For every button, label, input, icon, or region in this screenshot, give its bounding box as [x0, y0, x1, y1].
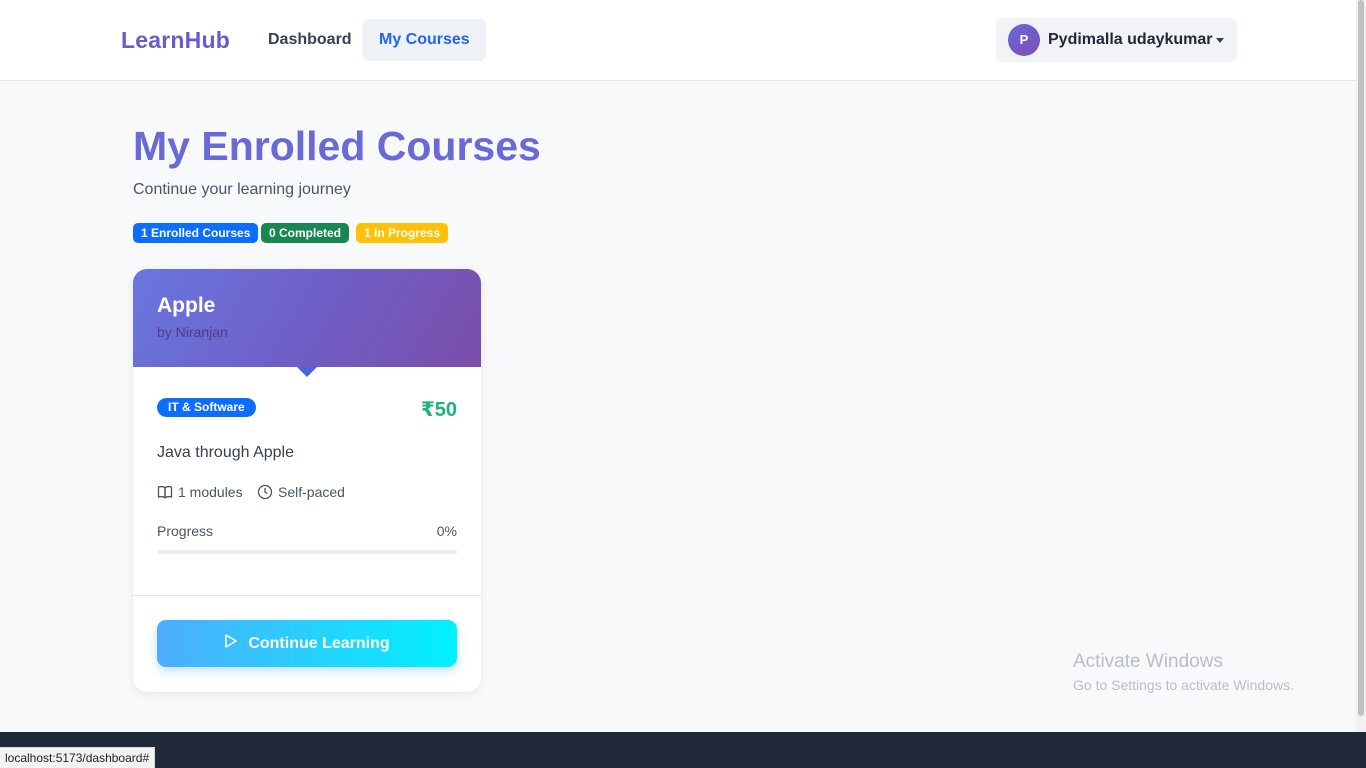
continue-learning-button[interactable]: Continue Learning — [157, 620, 457, 667]
top-navbar: LearnHub Dashboard My Courses P Pydimall… — [0, 0, 1356, 81]
brand-logo[interactable]: LearnHub — [121, 27, 230, 54]
scrollbar-thumb[interactable] — [1358, 0, 1364, 716]
course-instructor: by Niranjan — [157, 324, 228, 340]
progress-value: 0% — [436, 523, 457, 539]
clock-icon — [257, 484, 273, 500]
book-icon — [157, 484, 173, 500]
course-card: Apple by Niranjan IT & Software ₹50 Java… — [133, 269, 481, 692]
caret-down-icon — [1216, 38, 1224, 43]
activate-windows-subtitle: Go to Settings to activate Windows. — [1073, 677, 1294, 693]
page-subtitle: Continue your learning journey — [133, 181, 351, 198]
browser-status-url: localhost:5173/dashboard# — [0, 747, 156, 768]
progress-bar — [157, 550, 457, 554]
card-pointer-decoration — [297, 367, 317, 377]
activate-windows-title: Activate Windows — [1073, 651, 1223, 672]
pace-label: Self-paced — [278, 484, 345, 500]
page-scrollbar[interactable] — [1356, 0, 1366, 732]
course-title: Apple — [157, 294, 216, 317]
nav-link-my-courses[interactable]: My Courses — [363, 19, 486, 61]
enrolled-count-badge: 1 Enrolled Courses — [133, 223, 259, 243]
in-progress-count-badge: 1 In Progress — [356, 223, 449, 243]
user-name: Pydimalla udaykumar — [1048, 31, 1213, 48]
modules-count: 1 modules — [178, 484, 243, 500]
avatar: P — [1008, 24, 1040, 56]
nav-link-dashboard[interactable]: Dashboard — [252, 19, 368, 61]
course-description: Java through Apple — [157, 444, 294, 461]
category-badge: IT & Software — [157, 398, 256, 417]
pace-meta: Self-paced — [257, 484, 345, 500]
course-price: ₹50 — [420, 399, 457, 421]
progress-label: Progress — [157, 523, 214, 539]
continue-learning-label: Continue Learning — [248, 634, 390, 652]
play-icon — [224, 633, 238, 654]
modules-meta: 1 modules — [157, 484, 243, 500]
card-divider — [133, 595, 481, 596]
page-footer — [0, 732, 1366, 768]
completed-count-badge: 0 Completed — [261, 223, 350, 243]
course-card-header: Apple by Niranjan — [133, 269, 481, 367]
user-menu-button[interactable]: P Pydimalla udaykumar — [996, 18, 1237, 62]
page-title: My Enrolled Courses — [133, 123, 541, 169]
